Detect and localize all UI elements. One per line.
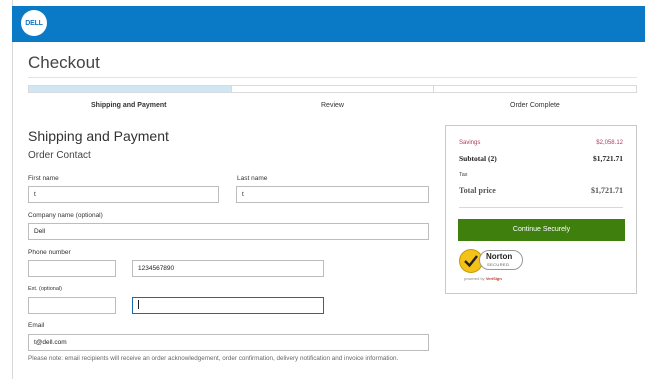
- summary-divider: [459, 207, 623, 208]
- logo-text: DELL: [25, 19, 43, 27]
- last-name-field[interactable]: t: [236, 186, 429, 203]
- company-label: Company name (optional): [28, 212, 103, 219]
- checkout-progress-bar: [28, 85, 637, 93]
- phone-number-field[interactable]: 1234567890: [132, 260, 324, 277]
- dell-logo-icon[interactable]: DELL: [21, 10, 47, 36]
- norton-name: Norton: [486, 252, 513, 261]
- top-header-bar: DELL: [12, 6, 645, 42]
- total-value: $1,721.71: [591, 186, 623, 195]
- order-summary-panel: Savings $2,058.12 Subtotal (2) $1,721.71…: [445, 125, 637, 294]
- phone-country-code-field[interactable]: [28, 260, 116, 277]
- savings-label: Savings: [459, 140, 481, 146]
- email-label: Email: [28, 322, 45, 329]
- page-title: Checkout: [28, 53, 100, 72]
- ext-label: Ext. (optional): [28, 286, 62, 292]
- continue-securely-button[interactable]: Continue Securely: [458, 219, 625, 241]
- company-field[interactable]: Dell: [28, 223, 429, 240]
- ext-field[interactable]: [132, 297, 324, 314]
- total-row: Total price $1,721.71: [459, 186, 623, 195]
- tax-row: Tax: [459, 172, 623, 178]
- progress-step-complete: [434, 86, 637, 92]
- norton-badge: Norton SECURED: [479, 250, 523, 270]
- text-cursor: [138, 300, 139, 310]
- savings-value: $2,058.12: [596, 140, 623, 146]
- step-label-complete: Order Complete: [510, 102, 560, 109]
- verisign-brand: VeriSign: [485, 276, 502, 281]
- first-name-label: First name: [28, 175, 59, 182]
- progress-step-review: [231, 86, 435, 92]
- subsection-title: Order Contact: [28, 150, 91, 161]
- norton-secured-seal[interactable]: Norton SECURED powered by VeriSign: [459, 247, 529, 283]
- subtotal-value: $1,721.71: [593, 154, 623, 163]
- phone-label: Phone number: [28, 249, 71, 256]
- subtotal-label: Subtotal (2): [459, 154, 497, 163]
- title-divider: [28, 77, 637, 78]
- page-gutter: [0, 0, 12, 379]
- norton-secured-text: SECURED: [487, 262, 510, 267]
- step-label-shipping: Shipping and Payment: [91, 102, 167, 109]
- tax-label: Tax: [459, 172, 468, 178]
- email-field[interactable]: t@dell.com: [28, 334, 429, 351]
- first-name-field[interactable]: t: [28, 186, 219, 203]
- powered-by-prefix: powered by: [464, 276, 485, 281]
- section-title: Shipping and Payment: [28, 128, 169, 144]
- subtotal-row: Subtotal (2) $1,721.71: [459, 154, 623, 163]
- progress-step-shipping: [29, 86, 232, 92]
- savings-row: Savings $2,058.12: [459, 140, 623, 146]
- step-label-review: Review: [321, 102, 344, 109]
- email-note: Please note: email recipients will recei…: [28, 355, 399, 362]
- norton-powered-by: powered by VeriSign: [464, 276, 502, 281]
- last-name-label: Last name: [237, 175, 268, 182]
- ext-prefix-field[interactable]: [28, 297, 116, 314]
- total-label: Total price: [459, 186, 496, 195]
